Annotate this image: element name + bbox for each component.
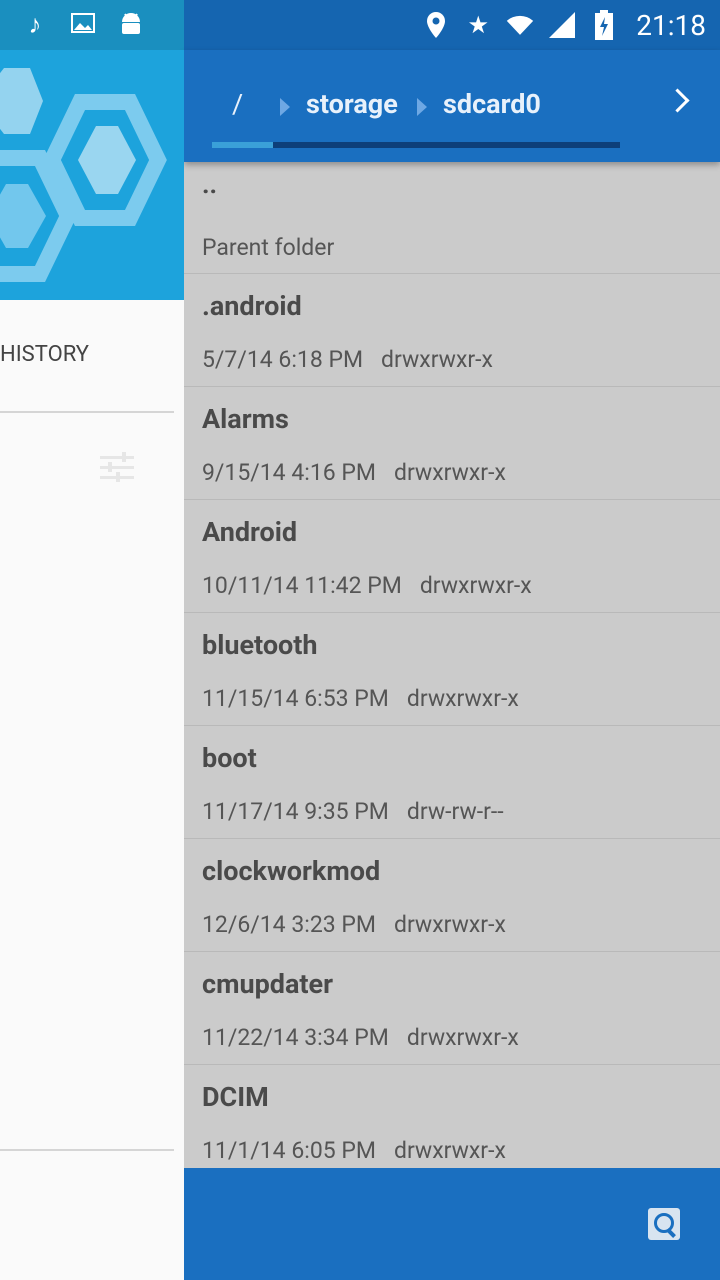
divider [0,411,174,413]
file-name: clockworkmod [202,855,381,887]
status-bar-right: ★ 21:18 [422,0,706,50]
battery-icon [590,10,618,40]
file-name: Android [202,516,298,548]
file-date: 11/1/14 6:05 PM [202,1137,376,1164]
filter-settings-icon[interactable] [100,450,134,484]
file-name: DCIM [202,1081,269,1113]
file-permissions: drwxrwxr-x [419,572,532,599]
file-date: Parent folder [202,234,335,261]
list-item[interactable]: bluetooth 11/15/14 6:53 PM drwxrwxr-x [184,613,720,726]
file-name: .. [202,170,218,200]
file-meta: 11/1/14 6:05 PM drwxrwxr-x [202,1137,506,1164]
breadcrumb-separator-icon [417,98,427,116]
file-name: bluetooth [202,629,318,661]
main-panel: / storage sdcard0 .. Parent folder .androi… [184,50,720,1280]
location-icon [422,11,450,39]
list-item[interactable]: cmupdater 11/22/14 3:34 PM drwxrwxr-x [184,952,720,1065]
file-meta: 11/22/14 3:34 PM drwxrwxr-x [202,1024,519,1051]
file-name: cmupdater [202,968,334,1000]
file-permissions: drwxrwxr-x [393,1137,506,1164]
status-bar-left: ♪ [0,0,184,50]
status-bar: ♪ ★ 21:18 [0,0,720,50]
clock: 21:18 [636,8,706,42]
breadcrumb-item-storage[interactable]: storage [306,88,398,120]
file-list: .. Parent folder .android 5/7/14 6:18 PM drw… [184,162,720,1178]
file-name: Alarms [202,403,289,435]
file-date: 12/6/14 3:23 PM [202,911,376,938]
list-item[interactable]: Android 10/11/14 11:42 PM drwxrwxr-x [184,500,720,613]
image-icon [68,10,98,40]
android-icon [116,10,146,40]
breadcrumb-separator-icon [280,98,290,116]
divider [0,1149,174,1151]
bottom-action-bar [184,1168,720,1280]
breadcrumb-scroll-indicator [212,142,620,148]
file-permissions: drwxrwxr-x [406,685,519,712]
search-button[interactable] [648,1208,680,1240]
file-date: 11/17/14 9:35 PM [202,798,389,825]
list-item[interactable]: clockworkmod 12/6/14 3:23 PM drwxrwxr-x [184,839,720,952]
breadcrumb-bar: / storage sdcard0 [184,50,720,162]
signal-icon [548,11,576,39]
file-date: 5/7/14 6:18 PM [202,346,364,373]
file-date: 11/15/14 6:53 PM [202,685,389,712]
file-date: 11/22/14 3:34 PM [202,1024,389,1051]
breadcrumb-scroll-indicator-fill [212,142,274,148]
breadcrumb-root[interactable]: / [232,88,243,120]
file-meta: 5/7/14 6:18 PM drwxrwxr-x [202,346,493,373]
file-meta: 11/15/14 6:53 PM drwxrwxr-x [202,685,519,712]
chevron-right-icon[interactable] [665,88,690,113]
file-date: 9/15/14 4:16 PM [202,459,376,486]
file-permissions: drwxrwxr-x [406,1024,519,1051]
parent-folder-row[interactable]: .. Parent folder [184,162,720,274]
list-item[interactable]: .android 5/7/14 6:18 PM drwxrwxr-x [184,274,720,387]
wifi-icon [506,11,534,39]
star-icon: ★ [467,11,490,39]
list-item[interactable]: DCIM 11/1/14 6:05 PM drwxrwxr-x [184,1065,720,1178]
file-permissions: drwxrwxr-x [381,346,493,373]
file-permissions: drwxrwxr-x [393,459,506,486]
list-item[interactable]: Alarms 9/15/14 4:16 PM drwxrwxr-x [184,387,720,500]
file-permissions: drw-rw-r-- [406,798,504,825]
music-note-icon: ♪ [28,10,42,40]
file-meta: 9/15/14 4:16 PM drwxrwxr-x [202,459,506,486]
file-meta: 10/11/14 11:42 PM drwxrwxr-x [202,572,532,599]
file-meta: 12/6/14 3:23 PM drwxrwxr-x [202,911,506,938]
drawer-header [0,50,184,300]
file-name: boot [202,742,257,774]
file-name: .android [202,290,302,322]
file-permissions: drwxrwxr-x [393,911,506,938]
hexagon-pattern-logo [0,68,167,282]
navigation-drawer: HISTORY [0,50,184,1280]
file-meta: Parent folder [202,234,334,261]
file-meta: 11/17/14 9:35 PM drw-rw-r-- [202,798,504,825]
breadcrumb-item-sdcard0[interactable]: sdcard0 [443,88,541,120]
list-item[interactable]: boot 11/17/14 9:35 PM drw-rw-r-- [184,726,720,839]
file-date: 10/11/14 11:42 PM [202,572,402,599]
drawer-item-history[interactable]: HISTORY [0,342,89,367]
